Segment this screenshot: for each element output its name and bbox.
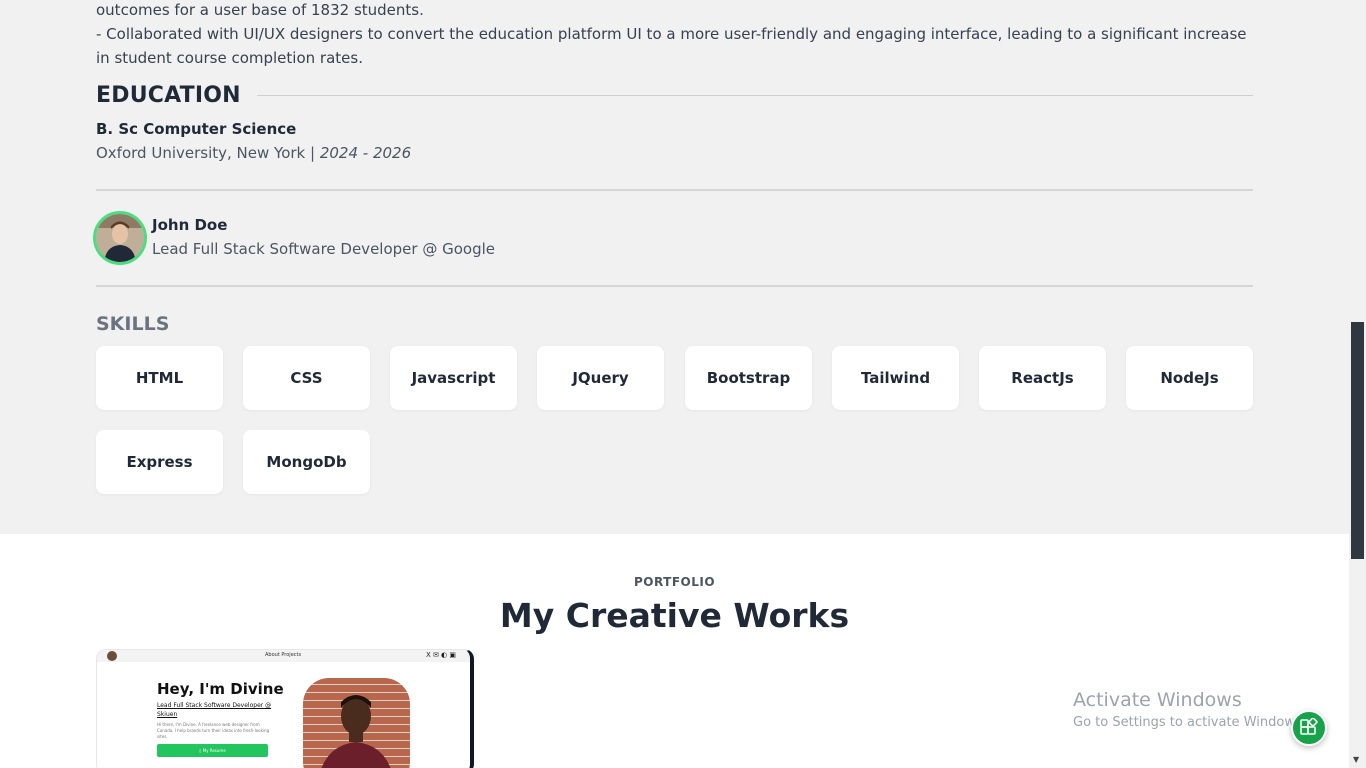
skill-card: MongoDb xyxy=(243,430,370,494)
project-preview-nav: About Projects X ✉ ◐ ▣ xyxy=(97,650,470,662)
experience-line-2: - Collaborated with UI/UX designers to c… xyxy=(96,25,1247,67)
education-divider xyxy=(256,94,1253,96)
project-preview-heading: Hey, I'm Divine xyxy=(157,680,284,698)
project-preview-social-icons: X ✉ ◐ ▣ xyxy=(425,651,456,659)
project-preview-avatar xyxy=(107,651,117,661)
skill-card: Javascript xyxy=(390,346,517,410)
education-school: Oxford University, New York | 2024 - 202… xyxy=(96,144,411,162)
watermark-title: Activate Windows xyxy=(1073,689,1242,711)
project-preview-photo xyxy=(303,678,410,768)
person-photo-icon xyxy=(321,695,391,768)
skill-card: HTML xyxy=(96,346,223,410)
education-school-name: Oxford University, New York | xyxy=(96,144,320,162)
avatar xyxy=(93,211,147,265)
portfolio-label: PORTFOLIO xyxy=(633,575,716,589)
project-card[interactable]: About Projects X ✉ ◐ ▣ Hey, I'm Divine L… xyxy=(96,649,474,768)
project-preview-subheading: Lead Full Stack Software Developer @ Ski… xyxy=(157,702,272,718)
education-degree: B. Sc Computer Science xyxy=(96,120,297,138)
section-divider xyxy=(96,285,1253,287)
project-preview-nav-links: About Projects xyxy=(265,652,302,658)
skill-card: ReactJs xyxy=(979,346,1106,410)
skill-card: Tailwind xyxy=(832,346,959,410)
avatar-photo-icon xyxy=(96,214,144,262)
profile-name: John Doe xyxy=(152,216,228,234)
watermark-subtitle: Go to Settings to activate Windows. xyxy=(1073,715,1306,730)
experience-line-1: outcomes for a user base of 1832 student… xyxy=(96,1,424,19)
education-years: 2024 - 2026 xyxy=(319,144,412,162)
skill-card: JQuery xyxy=(537,346,664,410)
education-heading-row: EDUCATION xyxy=(96,80,1253,110)
skill-card: NodeJs xyxy=(1126,346,1253,410)
skill-card: Express xyxy=(96,430,223,494)
section-divider xyxy=(96,189,1253,191)
skill-card: Bootstrap xyxy=(685,346,812,410)
project-preview-body: Hi there, I'm Divine. A freelance web de… xyxy=(157,722,270,739)
widget-button[interactable] xyxy=(1291,710,1327,746)
scroll-down-arrow-icon[interactable]: ▼ xyxy=(1353,755,1359,764)
skills-heading: SKILLS xyxy=(96,313,170,335)
apps-icon xyxy=(1300,718,1318,735)
project-preview-resume-button: ▯ My Resume xyxy=(157,744,268,757)
portfolio-title: My Creative Works xyxy=(499,596,850,635)
resume-section: outcomes for a user base of 1832 student… xyxy=(0,0,1349,534)
activate-windows-watermark: Activate Windows Go to Settings to activ… xyxy=(1073,689,1306,730)
profile-title: Lead Full Stack Software Developer @ Goo… xyxy=(152,240,495,258)
skill-card: CSS xyxy=(243,346,370,410)
scrollbar-thumb[interactable] xyxy=(1351,322,1364,559)
education-heading: EDUCATION xyxy=(96,82,241,108)
